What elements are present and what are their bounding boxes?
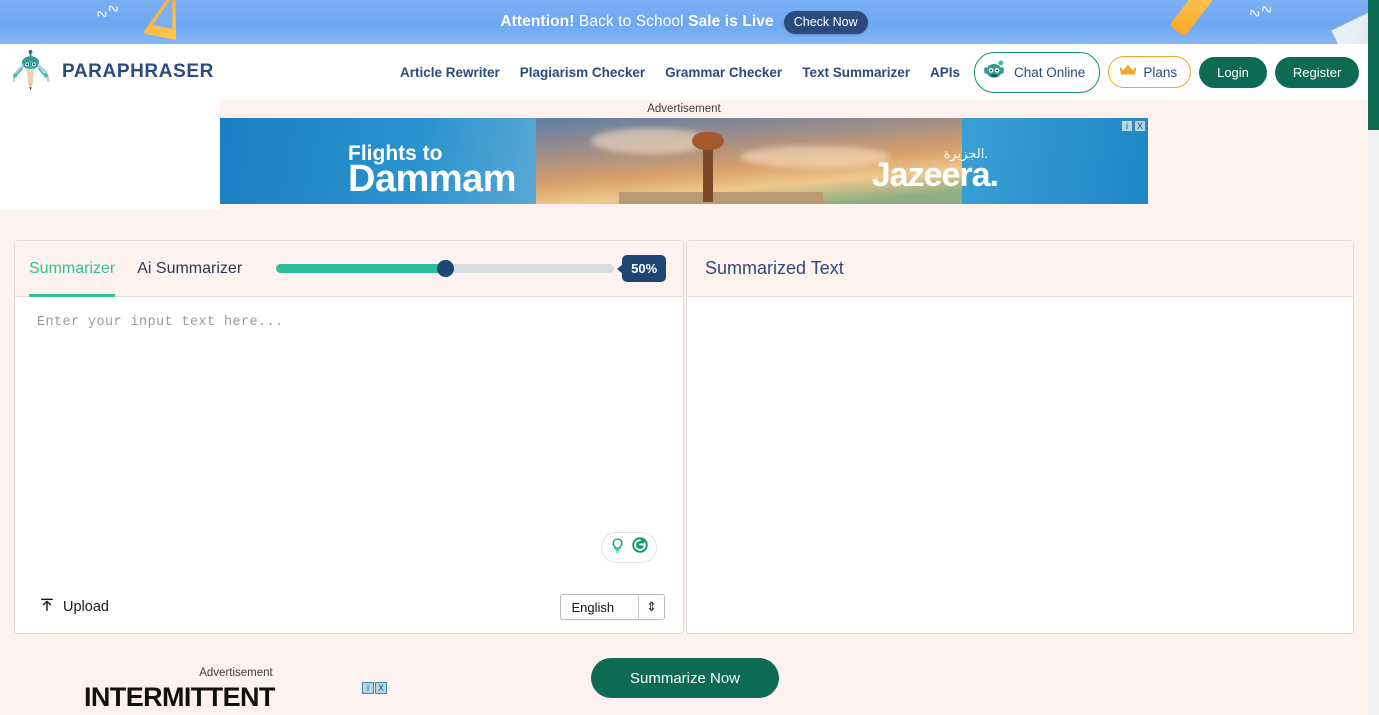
input-textarea[interactable]: Enter your input text here... — [15, 297, 683, 581]
ad-headline-line2: Dammam — [348, 158, 517, 200]
nav-link-grammar-checker[interactable]: Grammar Checker — [665, 65, 782, 80]
promo-sale: Sale is Live — [688, 13, 774, 30]
ad-close-controls-bottom[interactable]: i X — [362, 682, 387, 694]
lightbulb-icon[interactable] — [609, 537, 626, 559]
main-navbar: PARAPHRASER Article Rewriter Plagiarism … — [0, 44, 1368, 100]
chevron-updown-icon[interactable]: ⇕ — [639, 600, 664, 615]
promo-attention: Attention! — [500, 13, 575, 30]
slider-track[interactable] — [276, 260, 615, 277]
advertisement-banner-bottom[interactable]: INTERMITTENT FASTING i X — [84, 682, 394, 715]
promo-message: Attention! Back to School Sale is Live — [500, 13, 773, 31]
app-root: ∿∿ ∿∿ Attention! Back to School Sale is … — [0, 0, 1379, 715]
register-button[interactable]: Register — [1274, 56, 1360, 88]
advertisement-label-bottom: Advertisement — [199, 667, 273, 679]
promo-banner: ∿∿ ∿∿ Attention! Back to School Sale is … — [0, 0, 1368, 44]
refresh-icon[interactable] — [631, 536, 649, 559]
advertisement-banner-top[interactable]: Flights to Dammam الجزيرة. Jazeera. i X — [220, 118, 1148, 204]
input-footer: Upload English ⇕ — [15, 581, 683, 633]
check-now-button[interactable]: Check Now — [783, 10, 868, 34]
brand-logo[interactable]: PARAPHRASER — [0, 49, 300, 95]
page-scrollbar[interactable] — [1368, 0, 1379, 715]
output-textarea[interactable] — [687, 297, 1353, 633]
nav-link-apis[interactable]: APIs — [930, 65, 960, 80]
nav-link-plagiarism-checker[interactable]: Plagiarism Checker — [520, 65, 645, 80]
summarizer-card: Summarizer Ai Summarizer 50% Enter your … — [14, 240, 1354, 634]
input-tabbar: Summarizer Ai Summarizer 50% — [15, 241, 683, 297]
ad-info-icon[interactable]: i — [1121, 120, 1133, 132]
ad-info-icon-bottom[interactable]: i — [362, 682, 374, 694]
plans-button[interactable]: Plans — [1108, 56, 1192, 88]
ad-close-icon-bottom[interactable]: X — [375, 682, 387, 694]
ad-water-tower-icon — [691, 132, 724, 202]
ad-cloud-2 — [739, 146, 890, 168]
login-button[interactable]: Login — [1199, 56, 1267, 88]
output-title: Summarized Text — [705, 258, 844, 278]
language-select-value: English — [571, 599, 615, 615]
chat-robot-icon — [981, 57, 1007, 88]
ad-tower-base — [619, 192, 824, 204]
page-background-white — [0, 100, 220, 210]
upload-icon — [39, 597, 55, 617]
ad-bottom-text: INTERMITTENT FASTING — [84, 682, 275, 715]
crown-icon — [1118, 62, 1138, 82]
ad-close-icon[interactable]: X — [1134, 120, 1146, 132]
slider-fill — [276, 264, 446, 273]
ad-close-controls-top[interactable]: i X — [1121, 120, 1146, 132]
input-placeholder: Enter your input text here... — [37, 315, 284, 330]
chat-online-button[interactable]: Chat Online — [974, 51, 1101, 93]
summary-length-slider[interactable]: 50% — [276, 255, 667, 282]
ad-brand-latin: Jazeera. — [871, 156, 999, 194]
output-pane: Summarized Text — [686, 240, 1354, 634]
promo-middle: Back to School — [574, 13, 689, 30]
page-scrollbar-thumb[interactable] — [1368, 0, 1379, 130]
nav-links: Article Rewriter Plagiarism Checker Gram… — [400, 65, 960, 80]
slider-thumb[interactable] — [436, 260, 454, 277]
chat-online-label: Chat Online — [1014, 64, 1086, 80]
upload-button[interactable]: Upload — [39, 597, 109, 617]
editor-tool-icons[interactable] — [601, 532, 657, 563]
nav-actions: Chat Online Plans Login Register — [974, 51, 1360, 93]
upload-label: Upload — [63, 599, 109, 615]
brand-name: PARAPHRASER — [62, 61, 214, 82]
summarize-now-button[interactable]: Summarize Now — [591, 658, 779, 698]
language-select[interactable]: English ⇕ — [560, 594, 665, 620]
nav-link-article-rewriter[interactable]: Article Rewriter — [400, 65, 500, 80]
nav-link-text-summarizer[interactable]: Text Summarizer — [802, 65, 910, 80]
output-header: Summarized Text — [687, 241, 1353, 297]
paraphraser-robot-logo-icon — [8, 49, 54, 95]
input-pane: Summarizer Ai Summarizer 50% Enter your … — [14, 240, 684, 634]
slider-value-badge: 50% — [617, 255, 667, 282]
plans-label: Plans — [1143, 64, 1178, 80]
tab-summarizer[interactable]: Summarizer — [29, 241, 116, 297]
advertisement-label-top: Advertisement — [647, 103, 721, 115]
tab-ai-summarizer[interactable]: Ai Summarizer — [137, 241, 242, 297]
